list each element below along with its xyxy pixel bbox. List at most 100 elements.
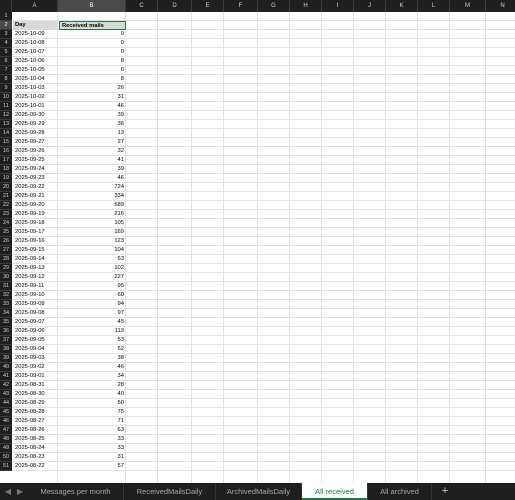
sheet-tab-all-archived[interactable]: All archived <box>368 483 432 500</box>
cell-received-count[interactable]: 41 <box>59 156 126 165</box>
cell-received-count[interactable]: 94 <box>59 300 126 309</box>
cell-day[interactable]: 2025-08-25 <box>13 435 58 444</box>
cell-day[interactable]: 2025-09-16 <box>13 237 58 246</box>
cell-day[interactable]: 2025-10-04 <box>13 75 58 84</box>
cell-day[interactable]: 2025-10-08 <box>13 39 58 48</box>
row-header-37[interactable]: 37 <box>0 336 12 345</box>
row-header-29[interactable]: 29 <box>0 264 12 273</box>
cell-day[interactable]: 2025-09-26 <box>13 147 58 156</box>
cell-day[interactable]: 2025-10-01 <box>13 102 58 111</box>
cell-received-count[interactable]: 63 <box>59 255 126 264</box>
column-header-e[interactable]: E <box>192 0 224 12</box>
cell-received-count[interactable]: 102 <box>59 264 126 273</box>
cell-received-count[interactable]: 40 <box>59 390 126 399</box>
row-header-16[interactable]: 16 <box>0 147 12 156</box>
row-header-34[interactable]: 34 <box>0 309 12 318</box>
cell-received-count[interactable]: 227 <box>59 273 126 282</box>
cell-received-count[interactable]: 216 <box>59 210 126 219</box>
cell-day[interactable]: 2025-08-26 <box>13 426 58 435</box>
cell-received-count[interactable]: 63 <box>59 426 126 435</box>
cell-day[interactable]: 2025-09-28 <box>13 129 58 138</box>
sheet-tab-receivedmailsdaily[interactable]: ReceivedMailsDaily <box>124 483 216 500</box>
select-all-corner[interactable] <box>0 0 12 12</box>
row-header-38[interactable]: 38 <box>0 345 12 354</box>
cell-day[interactable]: 2025-10-09 <box>13 30 58 39</box>
cell-day[interactable]: 2025-09-12 <box>13 273 58 282</box>
cell-received-count[interactable]: 34 <box>59 372 126 381</box>
row-header-47[interactable]: 47 <box>0 426 12 435</box>
row-header-12[interactable]: 12 <box>0 111 12 120</box>
row-header-36[interactable]: 36 <box>0 327 12 336</box>
row-header-50[interactable]: 50 <box>0 453 12 462</box>
row-header-33[interactable]: 33 <box>0 300 12 309</box>
cell-day[interactable]: 2025-09-06 <box>13 327 58 336</box>
cell-day[interactable]: 2025-09-04 <box>13 345 58 354</box>
cell-day[interactable]: 2025-09-14 <box>13 255 58 264</box>
row-header-17[interactable]: 17 <box>0 156 12 165</box>
cell-day[interactable]: 2025-10-03 <box>13 84 58 93</box>
cell-received-count[interactable]: 6 <box>59 66 126 75</box>
row-header-41[interactable]: 41 <box>0 372 12 381</box>
cell-received-count[interactable]: 75 <box>59 408 126 417</box>
cell-day[interactable]: 2025-08-29 <box>13 399 58 408</box>
row-header-44[interactable]: 44 <box>0 399 12 408</box>
cell-received-count[interactable]: 123 <box>59 237 126 246</box>
cell-received-count[interactable]: 33 <box>59 435 126 444</box>
row-header-4[interactable]: 4 <box>0 39 12 48</box>
cell-received-count[interactable]: 71 <box>59 417 126 426</box>
row-header-46[interactable]: 46 <box>0 417 12 426</box>
cell-day[interactable]: 2025-09-27 <box>13 138 58 147</box>
cell-received-count[interactable]: 57 <box>59 462 126 471</box>
row-header-19[interactable]: 19 <box>0 174 12 183</box>
cell-day[interactable]: 2025-09-10 <box>13 291 58 300</box>
cell-received-count[interactable]: 32 <box>59 147 126 156</box>
cell-received-count[interactable]: 105 <box>59 219 126 228</box>
cell-day[interactable]: 2025-09-02 <box>13 363 58 372</box>
cell-day[interactable]: 2025-08-30 <box>13 390 58 399</box>
row-header-48[interactable]: 48 <box>0 435 12 444</box>
cell-received-count[interactable]: 39 <box>59 111 126 120</box>
cell-received-count[interactable]: 26 <box>59 84 126 93</box>
cell-received-count[interactable]: 28 <box>59 381 126 390</box>
row-header-9[interactable]: 9 <box>0 84 12 93</box>
cell-received-count[interactable]: 27 <box>59 138 126 147</box>
row-header-15[interactable]: 15 <box>0 138 12 147</box>
row-header-21[interactable]: 21 <box>0 192 12 201</box>
row-header-5[interactable]: 5 <box>0 48 12 57</box>
row-header-13[interactable]: 13 <box>0 120 12 129</box>
column-header-i[interactable]: I <box>322 0 354 12</box>
column-header-l[interactable]: L <box>418 0 450 12</box>
cell-received-count[interactable]: 97 <box>59 309 126 318</box>
cell-received-count[interactable]: 33 <box>59 444 126 453</box>
cell-day[interactable]: 2025-09-03 <box>13 354 58 363</box>
cell-day[interactable]: 2025-09-11 <box>13 282 58 291</box>
cell-day[interactable]: 2025-09-19 <box>13 210 58 219</box>
cell-day[interactable]: 2025-09-21 <box>13 192 58 201</box>
cell-received-count[interactable]: 0 <box>59 48 126 57</box>
column-header-a[interactable]: A <box>12 0 58 12</box>
next-sheet-icon[interactable]: ▶ <box>14 483 26 500</box>
cell-day[interactable]: 2025-09-07 <box>13 318 58 327</box>
row-header-49[interactable]: 49 <box>0 444 12 453</box>
cell-received-count[interactable]: 39 <box>59 165 126 174</box>
column-header-d[interactable]: D <box>158 0 192 12</box>
column-header-n[interactable]: N <box>486 0 515 12</box>
cell-received-count[interactable]: 334 <box>59 192 126 201</box>
cell-received-count[interactable]: 31 <box>59 453 126 462</box>
cell-day[interactable]: 2025-09-25 <box>13 156 58 165</box>
cell-day[interactable]: 2025-09-01 <box>13 372 58 381</box>
cell-received-count[interactable]: 724 <box>59 183 126 192</box>
cell-day[interactable]: 2025-08-24 <box>13 444 58 453</box>
row-header-43[interactable]: 43 <box>0 390 12 399</box>
cell-day[interactable]: 2025-09-08 <box>13 309 58 318</box>
row-header-22[interactable]: 22 <box>0 201 12 210</box>
cell-day[interactable]: 2025-08-28 <box>13 408 58 417</box>
row-header-8[interactable]: 8 <box>0 75 12 84</box>
cell-received-count[interactable]: 60 <box>59 291 126 300</box>
cell-received-count[interactable]: 104 <box>59 246 126 255</box>
row-header-7[interactable]: 7 <box>0 66 12 75</box>
row-header-14[interactable]: 14 <box>0 129 12 138</box>
row-header-28[interactable]: 28 <box>0 255 12 264</box>
sheet-tab-messages-per-month[interactable]: Messages per month <box>28 483 124 500</box>
row-header-42[interactable]: 42 <box>0 381 12 390</box>
